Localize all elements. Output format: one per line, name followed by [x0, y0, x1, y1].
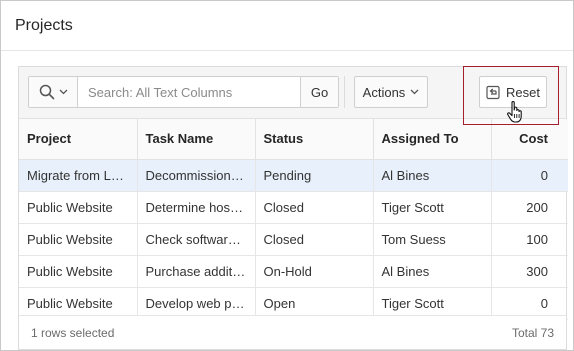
report-footer: 1 rows selected Total 73 — [19, 315, 566, 349]
interactive-report: Go Actions Reset — [18, 66, 568, 350]
cell-project: Migrate from Le... — [19, 159, 138, 192]
cell-assigned-to: Al Bines — [373, 255, 492, 288]
go-button[interactable]: Go — [300, 77, 338, 107]
chevron-down-icon — [59, 89, 67, 95]
cell-assigned-to: Tiger Scott — [373, 191, 492, 224]
cell-cost: 0 — [491, 159, 568, 192]
table-row[interactable]: Public Website Determine host s... Close… — [19, 191, 568, 224]
report-table: Project Task Name Status Assigned To Cos… — [19, 119, 568, 320]
cell-status: Closed — [255, 191, 374, 224]
cell-task-name: Determine host s... — [137, 191, 256, 224]
cell-task-name: Check software li... — [137, 223, 256, 256]
cell-project: Public Website — [19, 255, 138, 288]
cell-project: Public Website — [19, 223, 138, 256]
selection-count: 1 rows selected — [31, 325, 115, 340]
cell-task-name: Decommission L... — [137, 159, 256, 192]
region-title: Projects — [1, 1, 573, 51]
search-input[interactable] — [78, 77, 300, 107]
header-row: Project Task Name Status Assigned To Cos… — [19, 119, 568, 160]
cell-status: Closed — [255, 223, 374, 256]
column-header-status[interactable]: Status — [255, 119, 374, 160]
table-row[interactable]: Public Website Check software li... Clos… — [19, 223, 568, 256]
search-column-button[interactable] — [29, 77, 78, 107]
column-header-cost[interactable]: Cost — [491, 119, 568, 160]
hand-pointer-icon — [507, 100, 522, 123]
cell-assigned-to: Tom Suess — [373, 223, 492, 256]
report-toolbar: Go Actions Reset — [19, 66, 566, 125]
cell-status: On-Hold — [255, 255, 374, 288]
chevron-down-icon — [410, 89, 419, 95]
cell-project: Public Website — [19, 191, 138, 224]
cell-task-name: Purchase additio... — [137, 255, 256, 288]
cell-cost: 300 — [491, 255, 568, 288]
column-header-project[interactable]: Project — [19, 119, 138, 160]
cell-cost: 200 — [491, 191, 568, 224]
toolbar-divider — [344, 76, 345, 108]
table-row[interactable]: Public Website Purchase additio... On-Ho… — [19, 255, 568, 288]
cell-status: Pending — [255, 159, 374, 192]
magnifier-icon — [39, 84, 54, 100]
column-header-assigned-to[interactable]: Assigned To — [373, 119, 492, 160]
reset-icon — [486, 85, 500, 99]
table-row[interactable]: Migrate from Le... Decommission L... Pen… — [19, 159, 568, 192]
actions-label: Actions — [362, 84, 406, 100]
reset-label: Reset — [506, 84, 540, 100]
cell-cost: 100 — [491, 223, 568, 256]
column-header-task-name[interactable]: Task Name — [137, 119, 256, 160]
cell-assigned-to: Al Bines — [373, 159, 492, 192]
actions-menu-button[interactable]: Actions — [354, 76, 428, 108]
total-count: Total 73 — [511, 325, 554, 340]
search-bar: Go — [28, 76, 339, 108]
